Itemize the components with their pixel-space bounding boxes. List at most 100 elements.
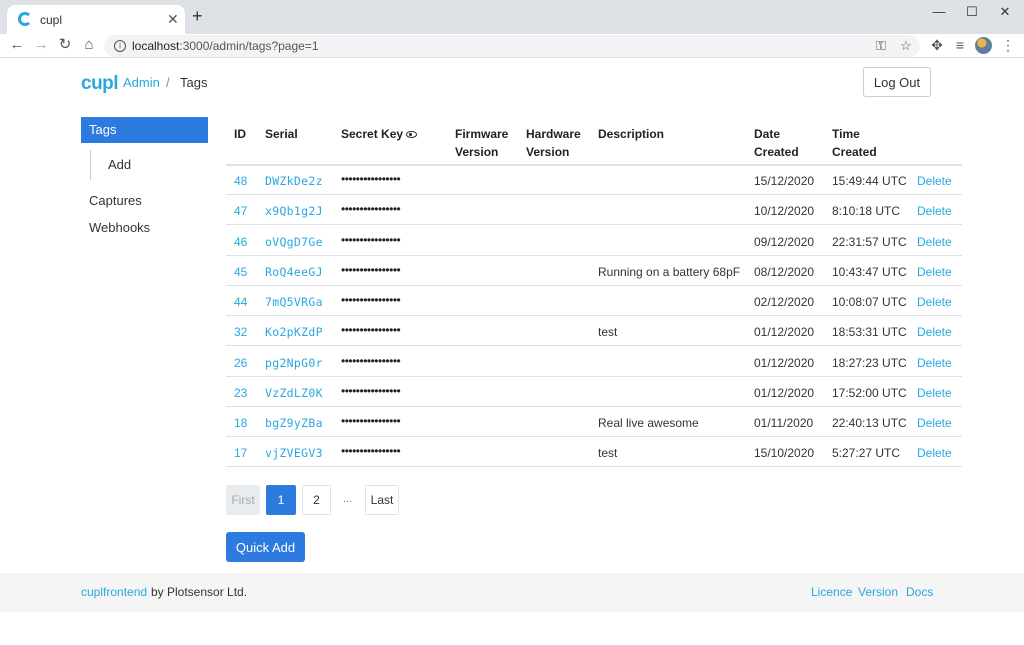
tag-secret-key: •••••••••••••••• <box>341 323 401 338</box>
tag-serial-link[interactable]: 7mQ5VRGa <box>265 295 323 309</box>
tag-secret-key: •••••••••••••••• <box>341 353 401 368</box>
pagination-last[interactable]: Last <box>365 485 399 515</box>
browser-tab-bar: cupl ✕ + — ☐ ✕ <box>0 0 1024 34</box>
tag-id-link[interactable]: 32 <box>234 325 247 339</box>
delete-tag-link[interactable]: Delete <box>917 204 952 218</box>
delete-tag-link[interactable]: Delete <box>917 265 952 279</box>
window-close-icon[interactable]: ✕ <box>990 4 1020 20</box>
footer-licence-link[interactable]: Licence <box>811 585 852 599</box>
table-row: 46 oVQgD7Ge •••••••••••••••• 09/12/2020 22:3… <box>226 226 962 256</box>
sidebar-item-add[interactable]: Add <box>90 150 208 180</box>
cupl-logo[interactable]: cupl <box>81 73 119 95</box>
tag-id-link[interactable]: 46 <box>234 235 247 249</box>
tag-time-created: 18:53:31 UTC <box>832 325 907 340</box>
delete-tag-link[interactable]: Delete <box>917 416 952 430</box>
breadcrumb-admin[interactable]: Admin <box>123 75 160 90</box>
breadcrumb-current: Tags <box>180 75 208 90</box>
tag-date-created: 02/12/2020 <box>754 295 815 309</box>
tag-time-created: 8:10:18 UTC <box>832 204 901 219</box>
site-info-icon[interactable]: i <box>114 40 126 52</box>
delete-tag-link[interactable]: Delete <box>917 174 952 188</box>
address-bar[interactable]: i localhost:3000/admin/tags?page=1 ⚿ ☆ <box>104 35 920 57</box>
back-icon[interactable]: ← <box>8 37 26 53</box>
tag-serial-link[interactable]: DWZkDe2z <box>265 174 323 188</box>
tag-time-created: 22:40:13 UTC <box>832 416 907 430</box>
browser-tab[interactable]: cupl ✕ <box>7 5 185 34</box>
tag-id-link[interactable]: 17 <box>234 446 247 460</box>
home-icon[interactable]: ⌂ <box>80 37 98 53</box>
footer-company: by Plotsensor Ltd. <box>151 585 248 599</box>
profile-avatar[interactable] <box>975 37 992 54</box>
tag-serial-link[interactable]: RoQ4eeGJ <box>265 265 323 279</box>
pagination-page-1[interactable]: 1 <box>266 485 296 515</box>
pagination-page-2[interactable]: 2 <box>302 485 331 515</box>
table-row: 47 x9Qb1g2J •••••••••••••••• 10/12/2020 8:10… <box>226 195 962 226</box>
quick-add-button[interactable]: Quick Add <box>226 532 305 562</box>
tag-secret-key: •••••••••••••••• <box>341 293 401 307</box>
url-text: localhost:3000/admin/tags?page=1 <box>132 39 319 53</box>
sidebar-item-tags[interactable]: Tags <box>81 117 208 143</box>
sidebar-item-captures[interactable]: Captures <box>81 188 208 214</box>
key-icon[interactable]: ⚿ <box>876 38 886 54</box>
table-row: 45 RoQ4eeGJ •••••••••••••••• Running on a b… <box>226 256 962 286</box>
delete-tag-link[interactable]: Delete <box>917 235 952 249</box>
delete-tag-link[interactable]: Delete <box>917 386 952 400</box>
minimize-icon[interactable]: — <box>924 4 954 19</box>
reload-icon[interactable]: ↻ <box>56 37 74 53</box>
tag-time-created: 10:08:07 UTC <box>832 295 907 309</box>
logout-button[interactable]: Log Out <box>863 67 931 97</box>
forward-icon[interactable]: → <box>32 37 50 53</box>
tag-id-link[interactable]: 18 <box>234 416 247 430</box>
footer-version-link[interactable]: Version <box>858 585 898 599</box>
delete-tag-link[interactable]: Delete <box>917 325 952 339</box>
tag-serial-link[interactable]: vjZVEGV3 <box>265 446 323 460</box>
table-row: 44 7mQ5VRGa •••••••••••••••• 02/12/2020 10:0… <box>226 286 962 316</box>
eye-icon[interactable] <box>406 131 418 139</box>
tag-time-created: 15:49:44 UTC <box>832 174 907 188</box>
tag-description: test <box>598 446 618 461</box>
delete-tag-link[interactable]: Delete <box>917 356 952 370</box>
sidebar-item-webhooks[interactable]: Webhooks <box>81 215 208 241</box>
tag-id-link[interactable]: 45 <box>234 265 247 279</box>
tag-secret-key: •••••••••••••••• <box>341 202 401 217</box>
cupl-favicon-icon <box>18 12 32 26</box>
column-header-firmware-version: Firmware Version <box>455 127 509 159</box>
tab-title: cupl <box>40 13 63 27</box>
tag-serial-link[interactable]: bgZ9yZBa <box>265 416 323 430</box>
tag-description: test <box>598 325 618 340</box>
tag-serial-link[interactable]: Ko2pKZdP <box>265 325 323 339</box>
tag-id-link[interactable]: 48 <box>234 174 247 188</box>
tag-id-link[interactable]: 23 <box>234 386 247 400</box>
pagination-first: First <box>226 485 260 515</box>
table-row: 48 DWZkDe2z •••••••••••••••• 15/12/2020 15:4… <box>226 165 962 195</box>
extensions-icon[interactable]: ✥ <box>928 37 946 54</box>
tag-serial-link[interactable]: oVQgD7Ge <box>265 235 323 249</box>
footer-docs-link[interactable]: Docs <box>906 585 933 599</box>
tag-secret-key: •••••••••••••••• <box>341 444 401 459</box>
maximize-icon[interactable]: ☐ <box>957 4 987 20</box>
tag-description: Real live awesome <box>598 416 699 430</box>
table-row: 32 Ko2pKZdP •••••••••••••••• test 01/12/2020… <box>226 316 962 347</box>
browser-toolbar: ← → ↻ ⌂ i localhost:3000/admin/tags?page… <box>0 34 1024 58</box>
tag-serial-link[interactable]: VzZdLZ0K <box>265 386 323 400</box>
delete-tag-link[interactable]: Delete <box>917 295 952 309</box>
footer-brand-link[interactable]: cuplfrontend <box>81 585 147 599</box>
tag-secret-key: •••••••••••••••• <box>341 232 401 247</box>
tag-id-link[interactable]: 44 <box>234 295 247 309</box>
new-tab-icon[interactable]: + <box>192 7 203 25</box>
menu-kebab-icon[interactable]: ⋮ <box>999 37 1017 54</box>
tag-secret-key: •••••••••••••••• <box>341 262 401 277</box>
tag-serial-link[interactable]: pg2NpG0r <box>265 356 323 370</box>
media-control-icon[interactable]: ≡ <box>951 37 969 53</box>
tag-serial-link[interactable]: x9Qb1g2J <box>265 204 323 218</box>
tag-id-link[interactable]: 47 <box>234 204 247 218</box>
tag-date-created: 01/11/2020 <box>754 416 814 430</box>
tag-date-created: 09/12/2020 <box>754 234 815 249</box>
tag-date-created: 01/12/2020 <box>754 325 815 340</box>
tag-id-link[interactable]: 26 <box>234 356 247 370</box>
tab-close-icon[interactable]: ✕ <box>167 11 179 28</box>
bookmark-star-icon[interactable]: ☆ <box>900 38 912 54</box>
delete-tag-link[interactable]: Delete <box>917 446 952 460</box>
tag-secret-key: •••••••••••••••• <box>341 172 401 186</box>
column-header-description: Description <box>598 127 665 141</box>
